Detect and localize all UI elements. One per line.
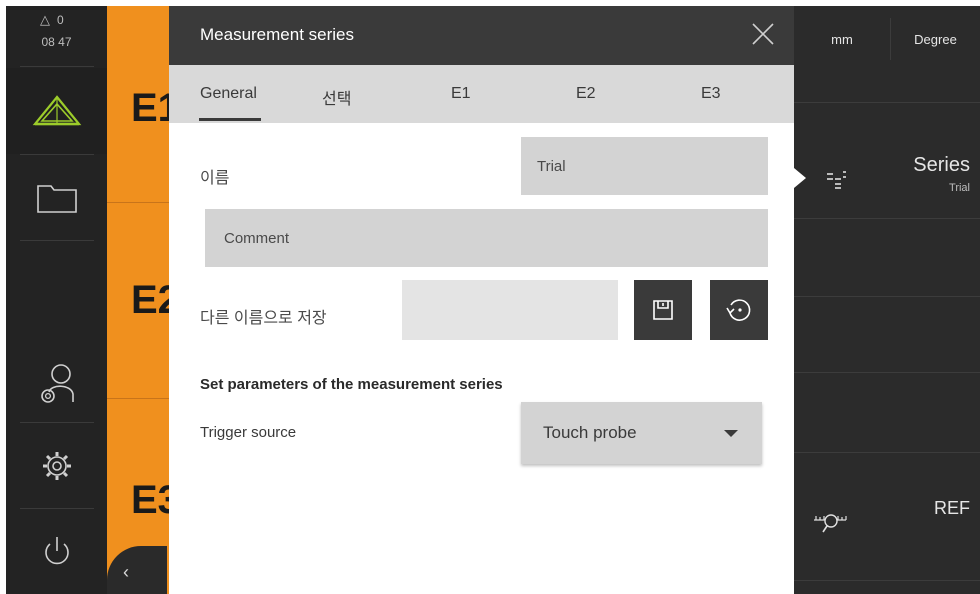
divider <box>794 102 980 103</box>
right-toolbar: mm Degree Series Trial REF <box>794 6 980 594</box>
name-label: 이름 <box>200 170 230 187</box>
unit-length-label: mm <box>831 31 853 47</box>
gear-icon <box>42 452 71 480</box>
comment-placeholder: Comment <box>224 229 290 247</box>
feature-list-strip: E1 E2 E3 <box>107 6 180 594</box>
divider <box>20 154 94 155</box>
divider <box>20 240 94 241</box>
triangle-alert-icon[interactable]: △ <box>40 12 50 28</box>
alert-count: 0 <box>57 13 64 27</box>
active-tab-indicator <box>199 118 261 121</box>
comment-field[interactable]: Comment <box>205 209 768 267</box>
save-button[interactable] <box>634 280 692 340</box>
menu-user-login[interactable] <box>6 346 107 422</box>
reference-label: REF <box>934 498 970 518</box>
chevron-left-icon: ‹ <box>123 562 129 582</box>
series-button[interactable]: Series Trial <box>794 136 980 218</box>
user-settings-icon <box>40 364 74 403</box>
menu-measure[interactable] <box>6 68 107 154</box>
series-title: Series <box>913 154 970 176</box>
dropdown-caret-icon <box>724 430 738 437</box>
divider <box>107 202 169 203</box>
trigger-source-select[interactable]: Touch probe <box>521 402 762 464</box>
reference-icon <box>814 514 847 533</box>
reset-button[interactable] <box>710 280 768 340</box>
series-icon <box>827 171 846 189</box>
divider <box>794 452 980 453</box>
divider <box>794 580 980 581</box>
tab-general[interactable]: General <box>200 85 257 103</box>
tab-e2[interactable]: E2 <box>576 85 596 103</box>
unit-length-button[interactable]: mm <box>794 6 890 72</box>
divider <box>794 372 980 373</box>
trigger-source-value: Touch probe <box>543 423 637 442</box>
dialog-header: Measurement series <box>169 6 794 65</box>
name-field[interactable]: Trial <box>521 137 768 195</box>
save-icon <box>653 300 673 320</box>
unit-angle-button[interactable]: Degree <box>891 6 980 72</box>
status-area: △ 0 08 47 <box>6 6 107 61</box>
section-title: Set parameters of the measurement series <box>200 376 503 393</box>
dialog-title: Measurement series <box>200 25 355 44</box>
divider <box>20 66 94 67</box>
folder-icon <box>36 185 77 213</box>
menu-file-management[interactable] <box>6 156 107 240</box>
divider <box>794 218 980 219</box>
name-value: Trial <box>537 157 566 175</box>
close-icon[interactable] <box>749 20 777 48</box>
app-window: △ 0 08 47 E1 E2 E3 ‹ mm Degree Series Tr… <box>6 6 980 594</box>
clock-time: 08 47 <box>41 35 72 49</box>
menu-switch-off[interactable] <box>6 510 107 594</box>
measure-logo-icon <box>32 95 81 126</box>
divider <box>107 398 169 399</box>
reset-icon <box>726 299 751 321</box>
unit-angle-label: Degree <box>914 31 957 47</box>
divider <box>20 508 94 509</box>
main-menu-sidebar: △ 0 08 47 <box>6 6 107 594</box>
reference-button[interactable]: REF <box>794 476 980 560</box>
save-as-field[interactable] <box>402 280 618 340</box>
divider <box>20 422 94 423</box>
series-subtitle: Trial <box>949 182 970 194</box>
tab-e3[interactable]: E3 <box>701 85 721 103</box>
tab-e1[interactable]: E1 <box>451 85 471 103</box>
trigger-source-label: Trigger source <box>200 424 297 441</box>
menu-settings[interactable] <box>6 424 107 508</box>
tab-select[interactable]: 선택 <box>322 85 351 109</box>
divider <box>794 296 980 297</box>
power-icon <box>44 537 69 565</box>
measurement-series-dialog: Measurement series General 선택 E1 E2 E3 이… <box>169 6 794 594</box>
save-as-label: 다른 이름으로 저장 <box>200 310 327 327</box>
dialog-tabs: General 선택 E1 E2 E3 <box>169 65 794 123</box>
